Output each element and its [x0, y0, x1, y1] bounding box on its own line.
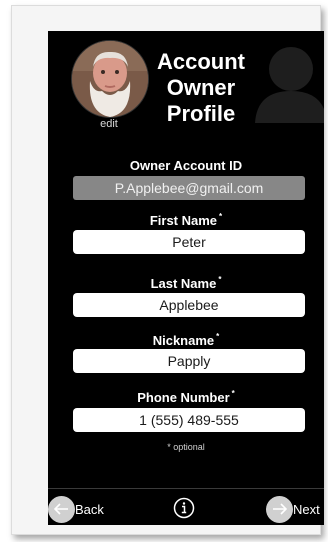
title-line-2: Owner [166, 75, 236, 100]
info-icon[interactable] [173, 497, 195, 519]
edit-photo-link[interactable]: edit [71, 118, 147, 130]
profile-photo[interactable] [71, 40, 149, 118]
app-frame: edit Account Owner Profile Owner Account… [11, 5, 324, 535]
phone-number-input[interactable] [73, 408, 305, 432]
first-name-input[interactable] [73, 230, 305, 254]
required-marker: * [216, 332, 220, 341]
next-label: Next [293, 501, 320, 517]
required-marker: * [218, 275, 222, 284]
last-name-label: Last Name * [48, 275, 324, 291]
next-button[interactable]: Next [266, 494, 320, 524]
required-marker: * [219, 212, 223, 221]
account-id-value: P.Applebee@gmail.com [73, 176, 305, 200]
arrow-left-icon [48, 495, 75, 523]
phone-number-label-text: Phone Number [137, 390, 230, 405]
profile-photo-image [72, 41, 148, 117]
last-name-label-text: Last Name [150, 276, 217, 291]
placeholder-user-icon [251, 41, 324, 123]
first-name-label: First Name * [48, 212, 324, 228]
toolbar-divider [48, 488, 324, 489]
back-label: Back [75, 501, 104, 517]
optional-note: * optional [167, 442, 205, 452]
account-id-label: Owner Account ID [129, 158, 243, 173]
nickname-input[interactable] [73, 349, 305, 373]
page-title: Account Owner Profile [143, 49, 259, 127]
phone-screen: edit Account Owner Profile Owner Account… [48, 31, 324, 525]
title-line-1: Account [157, 49, 245, 74]
arrow-right-icon [266, 495, 293, 523]
user-silhouette-icon [255, 47, 324, 123]
title-line-3: Profile [166, 101, 236, 126]
phone-number-label: Phone Number * [48, 389, 324, 405]
nickname-label-text: Nickname [152, 333, 215, 348]
required-marker: * [231, 389, 235, 398]
first-name-label-text: First Name [149, 213, 218, 228]
back-button[interactable]: Back [48, 494, 104, 524]
nickname-label: Nickname * [48, 332, 324, 348]
last-name-input[interactable] [73, 293, 305, 317]
